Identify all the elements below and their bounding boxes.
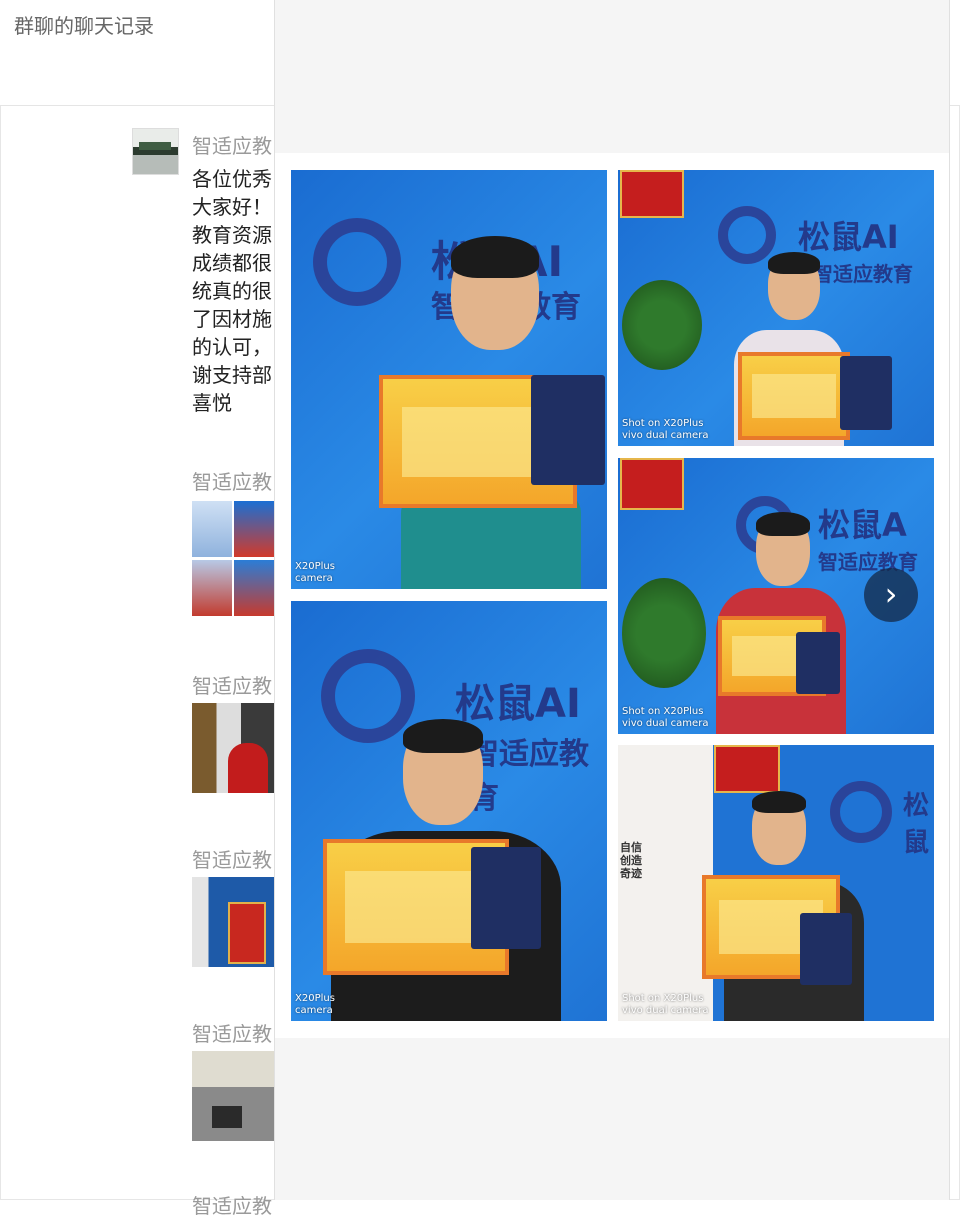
message-sender: 智适应教 [192, 1194, 272, 1218]
brand-logo [830, 781, 892, 843]
chevron-right-icon: › [884, 575, 898, 613]
message-sender: 智适应教 [192, 674, 272, 698]
certificate-folder [531, 375, 605, 485]
next-image-button[interactable]: › [864, 568, 918, 622]
image-thumbnail[interactable] [192, 703, 274, 793]
photo-3[interactable]: 松鼠AI 智适应教育 X20Plus camera [291, 601, 607, 1021]
plant [622, 280, 702, 370]
student-hair [451, 236, 539, 278]
brand-name: 松鼠A [818, 506, 907, 544]
brand-name: 松鼠AI [798, 218, 899, 256]
certificate-folder [796, 632, 840, 694]
message-sender: 智适应教 [192, 470, 272, 494]
message-sender: 智适应教 [192, 134, 272, 158]
pennant [714, 745, 780, 793]
certificate-folder [471, 847, 541, 949]
grid-image [234, 501, 274, 557]
student-hair [752, 791, 806, 813]
brand-subtitle: 智适应教育 [813, 262, 913, 286]
page-title: 群聊的聊天记录 [14, 14, 154, 38]
message-sender: 智适应教 [192, 1022, 272, 1046]
student-hair [768, 252, 820, 274]
brand-logo [321, 649, 415, 743]
grid-image [234, 560, 274, 616]
photo-caption: Shot on X20Plus vivo dual camera [622, 706, 709, 729]
certificate [738, 352, 850, 440]
photo-caption: X20Plus camera [295, 561, 335, 584]
photo-caption: Shot on X20Plus vivo dual camera [622, 418, 709, 441]
brand-logo [313, 218, 401, 306]
image-viewer: 松鼠AI 智适应教育 X20Plus camera 松鼠AI 智适应教育 Sho… [274, 0, 950, 1200]
photo-screen [212, 1106, 242, 1128]
pennant [620, 458, 684, 510]
photo-1[interactable]: 松鼠AI 智适应教育 X20Plus camera [291, 170, 607, 589]
image-viewer-content: 松鼠AI 智适应教育 X20Plus camera 松鼠AI 智适应教育 Sho… [275, 153, 949, 1038]
photo-caption: Shot on X20Plus vivo dual camera [622, 993, 709, 1016]
grid-image [192, 560, 232, 616]
message-sender: 智适应教 [192, 848, 272, 872]
photo-person [228, 743, 268, 793]
certificate-folder [840, 356, 892, 430]
plant [622, 578, 706, 688]
student-hair [403, 719, 483, 753]
avatar-sign [139, 142, 171, 150]
photo-banner [228, 902, 266, 964]
photo-5[interactable]: 松鼠 自信创造奇迹 Shot on X20Plus vivo dual came… [618, 745, 934, 1021]
brand-logo [718, 206, 776, 264]
brand-name: 松鼠AI [455, 681, 581, 727]
image-grid-thumbnail[interactable] [192, 501, 274, 616]
photo-caption: X20Plus camera [295, 993, 335, 1016]
wall-slogan: 自信创造奇迹 [620, 841, 642, 880]
certificate-folder [800, 913, 852, 985]
photo-2[interactable]: 松鼠AI 智适应教育 Shot on X20Plus vivo dual cam… [618, 170, 934, 446]
brand-subtitle: 智适应教育 [469, 737, 589, 816]
message-text: 各位优秀 大家好！ 教育资源 成绩都很 统真的很 了因材施 的认可， 谢支持部 … [192, 167, 272, 415]
grid-image [192, 501, 232, 557]
image-thumbnail[interactable] [192, 877, 274, 967]
avatar[interactable] [132, 128, 179, 175]
brand-name: 松鼠 [903, 791, 930, 858]
pennant [620, 170, 684, 218]
student-hair [756, 512, 810, 536]
image-thumbnail[interactable] [192, 1051, 274, 1141]
